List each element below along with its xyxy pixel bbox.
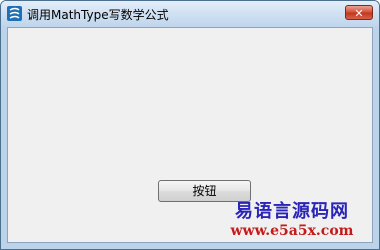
watermark-title: 易语言源码网 — [235, 201, 349, 222]
watermark: 易语言源码网 www.e5a5x.com — [222, 202, 362, 240]
watermark-url: www.e5a5x.com — [230, 223, 354, 239]
close-icon: ✕ — [354, 7, 364, 20]
app-icon[interactable] — [7, 6, 22, 21]
main-button[interactable]: 按钮 — [158, 180, 251, 202]
title-bar[interactable]: 调用MathType写数学公式 ✕ — [1, 1, 379, 27]
close-button[interactable]: ✕ — [345, 5, 373, 20]
window-title: 调用MathType写数学公式 — [27, 8, 169, 22]
